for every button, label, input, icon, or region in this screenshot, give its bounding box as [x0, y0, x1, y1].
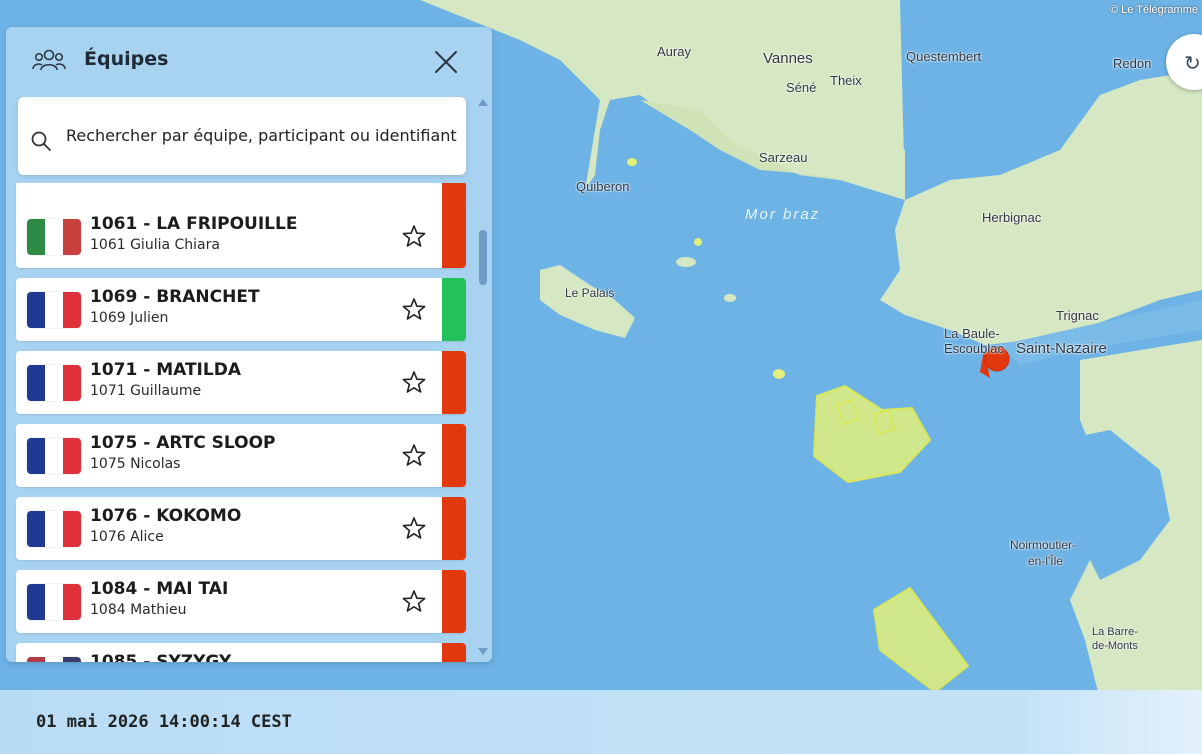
star-icon[interactable]: [400, 223, 428, 251]
team-card[interactable]: 1071 - MATILDA 1071 Guillaume: [16, 351, 466, 414]
flag-icon: [27, 511, 81, 547]
flag-icon: [27, 657, 81, 662]
team-title: 1084 - MAI TAI: [90, 579, 229, 599]
search-input[interactable]: [66, 119, 458, 151]
team-card[interactable]: 1084 - MAI TAI 1084 Mathieu: [16, 570, 466, 633]
star-icon[interactable]: [400, 661, 428, 662]
flag-icon: [27, 438, 81, 474]
scroll-up-arrow[interactable]: [478, 99, 488, 106]
team-title: 1075 - ARTC SLOOP: [90, 433, 276, 453]
team-card[interactable]: 1076 - KOKOMO 1076 Alice: [16, 497, 466, 560]
place-label: Noirmoutier-: [1010, 538, 1077, 552]
place-label: Vannes: [763, 50, 813, 67]
place-label: Séné: [786, 80, 817, 95]
flag-icon: [27, 219, 81, 255]
team-participant: 1071 Guillaume: [90, 383, 202, 399]
current-datetime: 01 mai 2026 14:00:14 CEST: [36, 712, 292, 732]
team-title: 1069 - BRANCHET: [90, 287, 260, 307]
team-title: 1061 - LA FRIPOUILLE: [90, 214, 298, 234]
team-title: 1076 - KOKOMO: [90, 506, 242, 526]
place-label: de-Monts: [1092, 640, 1138, 652]
team-participant: 1069 Julien: [90, 310, 169, 326]
star-icon[interactable]: [400, 515, 428, 543]
place-label: Herbignac: [982, 210, 1042, 225]
team-card[interactable]: 1069 - BRANCHET 1069 Julien: [16, 278, 466, 341]
teams-panel: Équipes 1061 - LA FRIPOUILLE 1061 Giulia …: [6, 27, 492, 662]
place-label: La Baule-: [944, 326, 1000, 341]
team-title: 1071 - MATILDA: [90, 360, 241, 380]
place-label: Redon: [1113, 56, 1152, 71]
status-indicator: [442, 278, 466, 341]
star-icon[interactable]: [400, 296, 428, 324]
place-label: Le Palais: [565, 286, 615, 300]
team-card[interactable]: 1085 - SYZYGY: [16, 643, 466, 662]
flag-icon: [27, 292, 81, 328]
team-participant: 1076 Alice: [90, 529, 164, 545]
team-participant: 1084 Mathieu: [90, 602, 187, 618]
place-label: Theix: [830, 73, 862, 88]
scroll-thumb[interactable]: [479, 230, 487, 285]
place-label: en-l'Île: [1028, 554, 1063, 568]
place-label: Saint-Nazaire: [1016, 340, 1107, 357]
team-participant: 1075 Nicolas: [90, 456, 181, 472]
place-label: Questembert: [906, 49, 982, 64]
star-icon[interactable]: [400, 442, 428, 470]
status-indicator: [442, 424, 466, 487]
status-indicator: [442, 351, 466, 414]
scroll-down-arrow[interactable]: [478, 648, 488, 655]
star-icon[interactable]: [400, 369, 428, 397]
place-label: Auray: [657, 44, 691, 59]
sea-label: Mor braz: [745, 206, 821, 223]
flag-icon: [27, 584, 81, 620]
map-copyright: © Le Télégramme: [1110, 4, 1198, 16]
place-label: Escoublac: [944, 341, 1004, 356]
place-label: Sarzeau: [759, 150, 808, 165]
status-indicator: [442, 497, 466, 560]
status-indicator: [442, 643, 466, 662]
flag-icon: [27, 365, 81, 401]
place-label: Trignac: [1056, 308, 1099, 323]
search-box: [18, 97, 466, 175]
place-label: La Barre-: [1092, 626, 1138, 638]
team-card[interactable]: 1061 - LA FRIPOUILLE 1061 Giulia Chiara: [16, 205, 466, 268]
star-icon[interactable]: [400, 588, 428, 616]
footer-bar: 01 mai 2026 14:00:14 CEST: [0, 690, 1202, 754]
status-indicator: [442, 205, 466, 268]
rotate-icon: ↻: [1184, 51, 1201, 75]
team-participant: 1061 Giulia Chiara: [90, 237, 220, 253]
team-title: 1085 - SYZYGY: [90, 652, 232, 662]
place-label: Quiberon: [576, 179, 630, 194]
team-card[interactable]: 1075 - ARTC SLOOP 1075 Nicolas: [16, 424, 466, 487]
search-icon: [31, 131, 51, 151]
status-indicator: [442, 570, 466, 633]
